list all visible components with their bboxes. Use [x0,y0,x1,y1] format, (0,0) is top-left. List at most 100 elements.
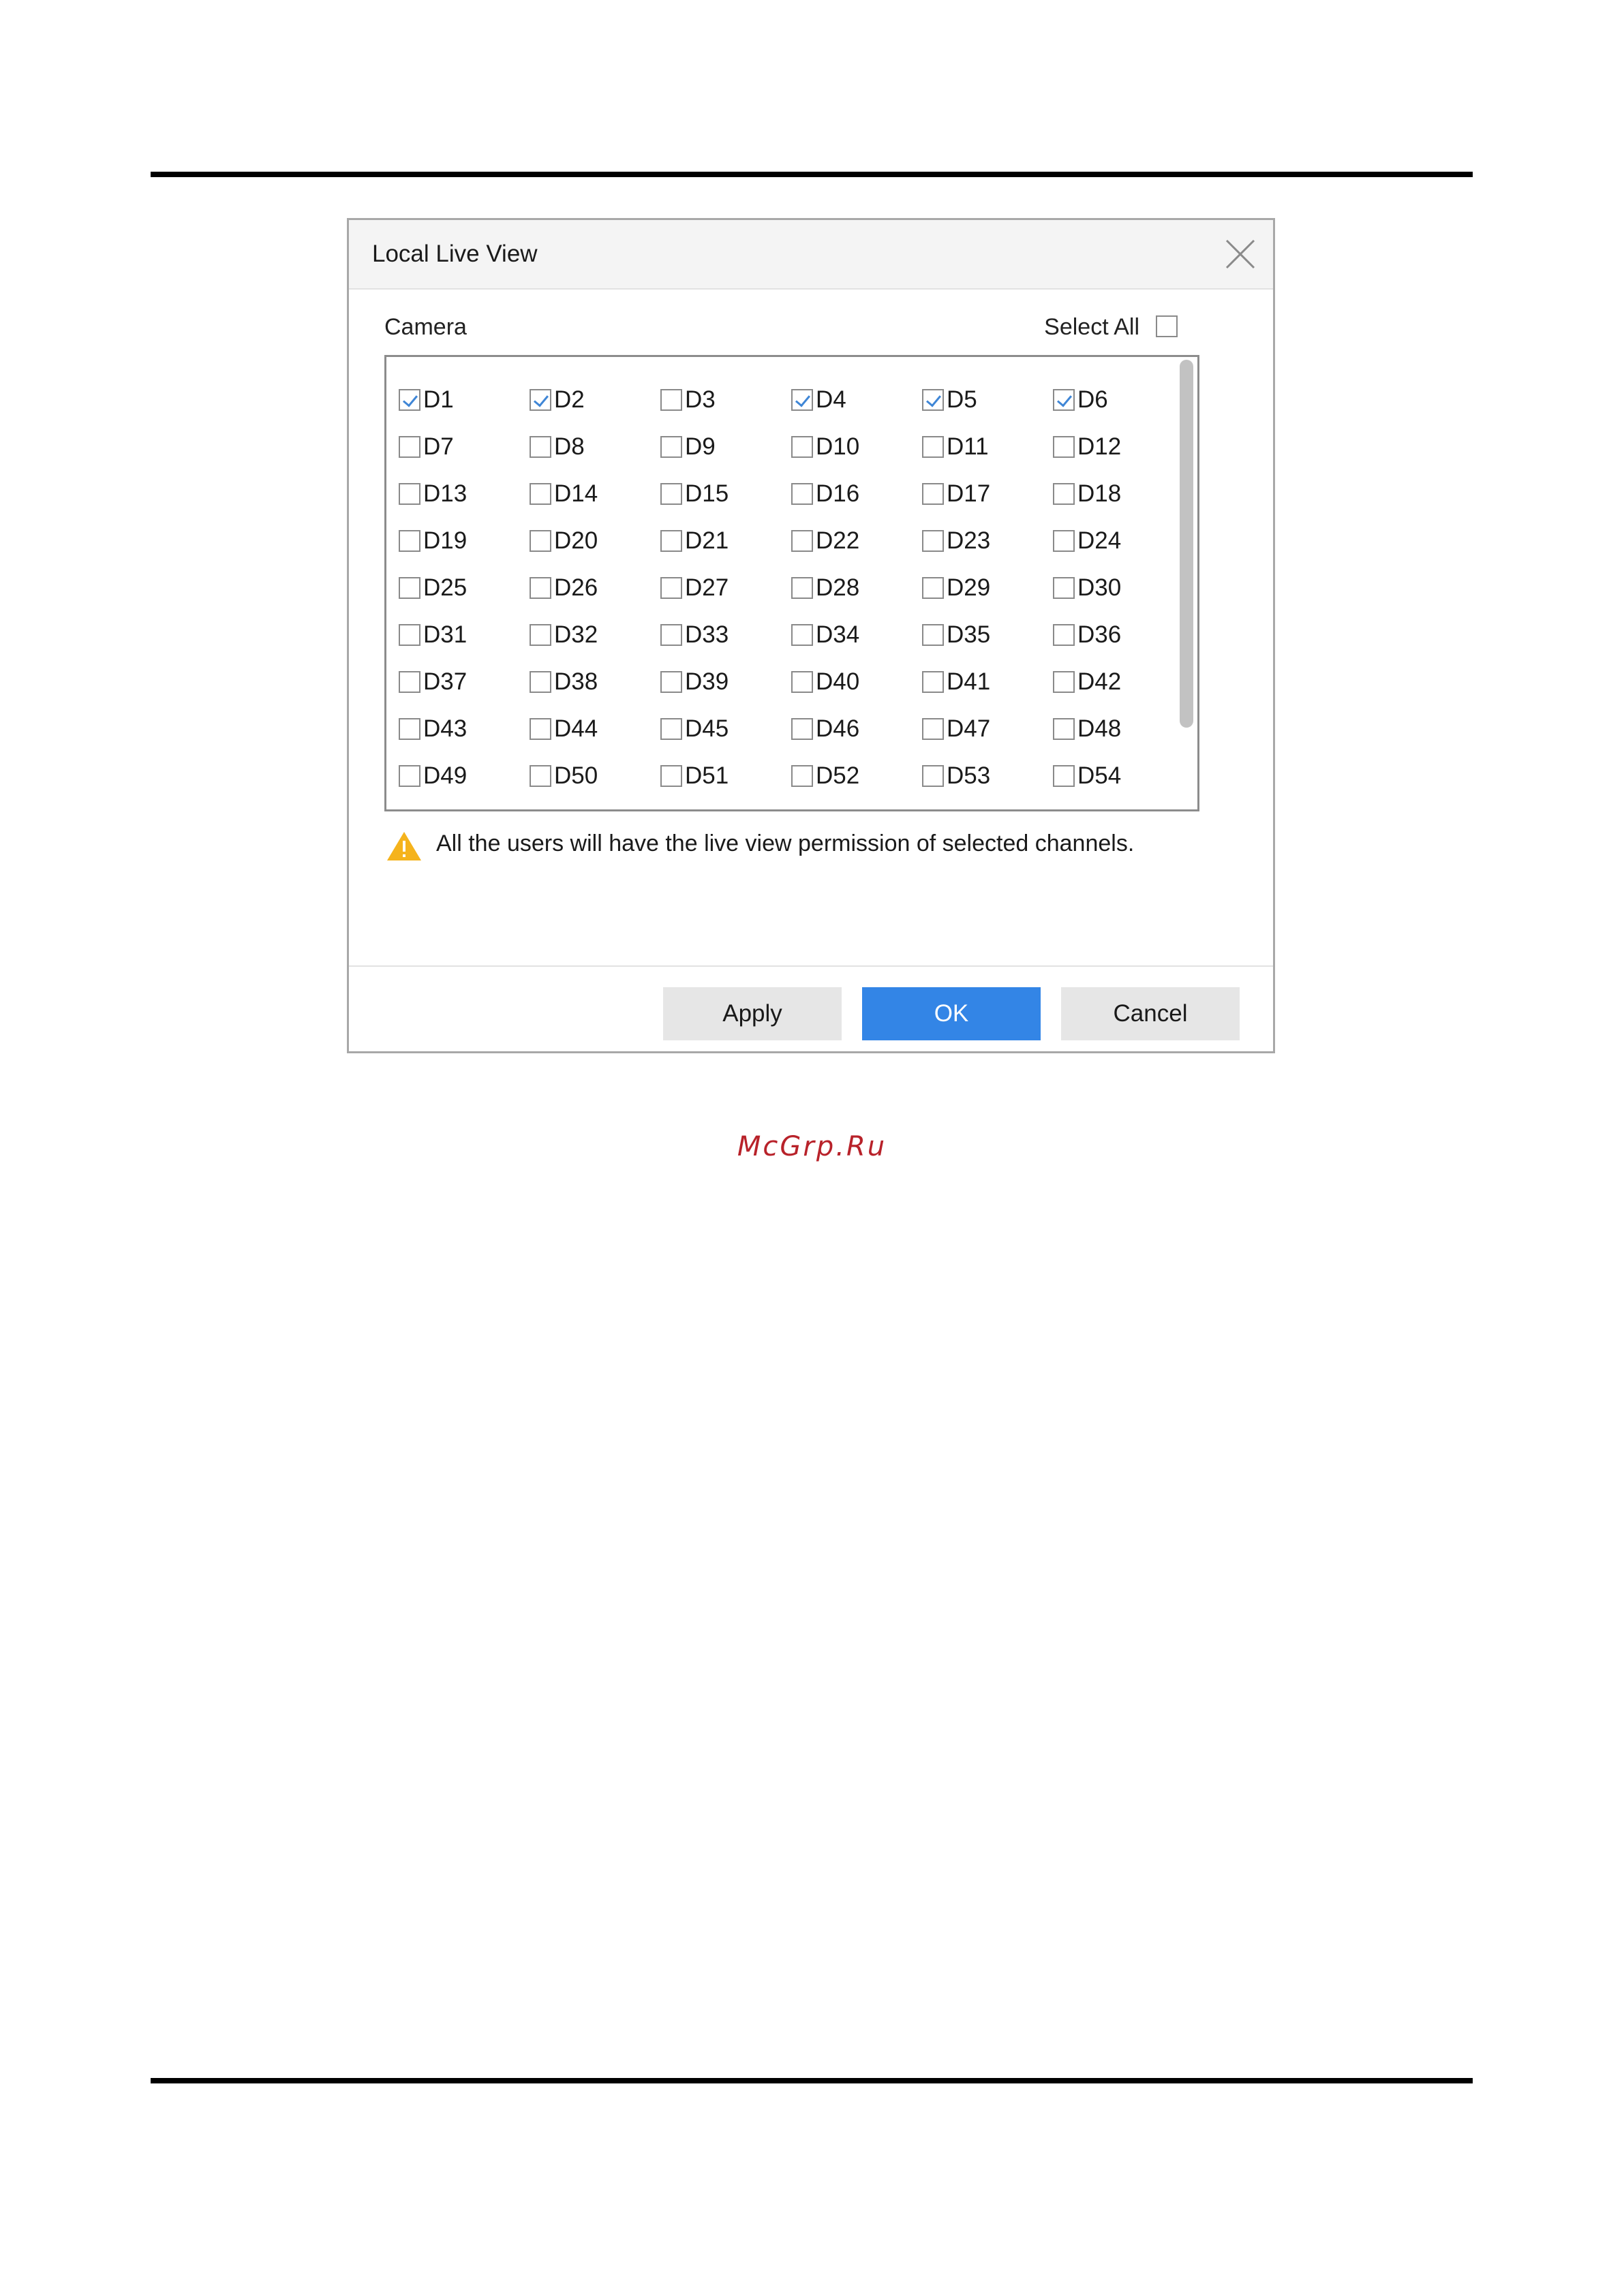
camera-channel-d43[interactable]: D43 [399,705,530,752]
camera-channel-d30[interactable]: D30 [1053,564,1184,611]
channel-checkbox[interactable] [660,670,682,693]
channel-checkbox[interactable] [791,388,813,411]
channel-checkbox[interactable] [660,717,682,740]
camera-channel-d19[interactable]: D19 [399,517,530,564]
channel-checkbox[interactable] [791,717,813,740]
channel-checkbox[interactable] [399,388,420,411]
channel-checkbox[interactable] [1053,529,1075,552]
ok-button[interactable]: OK [862,987,1041,1040]
camera-channel-d35[interactable]: D35 [922,611,1053,658]
camera-channel-d18[interactable]: D18 [1053,470,1184,517]
camera-channel-d20[interactable]: D20 [530,517,660,564]
camera-channel-d36[interactable]: D36 [1053,611,1184,658]
channel-checkbox[interactable] [660,623,682,646]
channel-checkbox[interactable] [530,717,551,740]
camera-channel-d8[interactable]: D8 [530,423,660,470]
channel-checkbox[interactable] [1053,764,1075,787]
camera-channel-d38[interactable]: D38 [530,658,660,705]
camera-channel-d40[interactable]: D40 [791,658,922,705]
scrollbar-thumb[interactable] [1180,360,1193,728]
scrollbar[interactable] [1178,357,1195,809]
channel-checkbox[interactable] [530,388,551,411]
channel-checkbox[interactable] [922,764,944,787]
camera-channel-d5[interactable]: D5 [922,376,1053,423]
channel-checkbox[interactable] [922,623,944,646]
camera-channel-d49[interactable]: D49 [399,752,530,799]
camera-channel-d26[interactable]: D26 [530,564,660,611]
camera-channel-d25[interactable]: D25 [399,564,530,611]
channel-checkbox[interactable] [1053,576,1075,599]
camera-channel-d9[interactable]: D9 [660,423,791,470]
channel-checkbox[interactable] [1053,670,1075,693]
camera-channel-d46[interactable]: D46 [791,705,922,752]
channel-checkbox[interactable] [922,482,944,505]
channel-checkbox[interactable] [922,435,944,458]
camera-channel-d13[interactable]: D13 [399,470,530,517]
channel-checkbox[interactable] [530,482,551,505]
channel-checkbox[interactable] [791,482,813,505]
channel-checkbox[interactable] [1053,388,1075,411]
channel-checkbox[interactable] [660,388,682,411]
camera-channel-d52[interactable]: D52 [791,752,922,799]
camera-channel-d4[interactable]: D4 [791,376,922,423]
camera-channel-d53[interactable]: D53 [922,752,1053,799]
channel-checkbox[interactable] [530,529,551,552]
camera-channel-d29[interactable]: D29 [922,564,1053,611]
camera-channel-d23[interactable]: D23 [922,517,1053,564]
channel-checkbox[interactable] [791,435,813,458]
channel-checkbox[interactable] [399,764,420,787]
camera-channel-d45[interactable]: D45 [660,705,791,752]
channel-checkbox[interactable] [660,482,682,505]
camera-channel-d17[interactable]: D17 [922,470,1053,517]
camera-channel-d44[interactable]: D44 [530,705,660,752]
channel-checkbox[interactable] [399,576,420,599]
camera-channel-d31[interactable]: D31 [399,611,530,658]
channel-checkbox[interactable] [399,717,420,740]
camera-channel-d32[interactable]: D32 [530,611,660,658]
channel-checkbox[interactable] [660,435,682,458]
channel-checkbox[interactable] [1053,623,1075,646]
channel-checkbox[interactable] [399,529,420,552]
camera-channel-d22[interactable]: D22 [791,517,922,564]
channel-checkbox[interactable] [399,482,420,505]
channel-checkbox[interactable] [791,623,813,646]
channel-checkbox[interactable] [922,670,944,693]
channel-checkbox[interactable] [530,764,551,787]
channel-checkbox[interactable] [530,576,551,599]
channel-checkbox[interactable] [1053,435,1075,458]
channel-checkbox[interactable] [399,435,420,458]
camera-channel-d54[interactable]: D54 [1053,752,1184,799]
camera-channel-d27[interactable]: D27 [660,564,791,611]
camera-channel-d50[interactable]: D50 [530,752,660,799]
channel-checkbox[interactable] [922,388,944,411]
channel-checkbox[interactable] [399,623,420,646]
camera-channel-d41[interactable]: D41 [922,658,1053,705]
channel-checkbox[interactable] [530,435,551,458]
camera-channel-d7[interactable]: D7 [399,423,530,470]
camera-channel-d2[interactable]: D2 [530,376,660,423]
camera-channel-d34[interactable]: D34 [791,611,922,658]
channel-checkbox[interactable] [660,576,682,599]
select-all-checkbox[interactable] [1156,315,1178,337]
channel-checkbox[interactable] [922,717,944,740]
camera-channel-d6[interactable]: D6 [1053,376,1184,423]
camera-channel-d47[interactable]: D47 [922,705,1053,752]
camera-channel-d16[interactable]: D16 [791,470,922,517]
camera-channel-d24[interactable]: D24 [1053,517,1184,564]
channel-checkbox[interactable] [660,764,682,787]
camera-channel-d21[interactable]: D21 [660,517,791,564]
channel-checkbox[interactable] [922,529,944,552]
channel-checkbox[interactable] [791,764,813,787]
channel-checkbox[interactable] [530,623,551,646]
channel-checkbox[interactable] [791,670,813,693]
camera-channel-d14[interactable]: D14 [530,470,660,517]
camera-channel-d37[interactable]: D37 [399,658,530,705]
camera-channel-d42[interactable]: D42 [1053,658,1184,705]
channel-checkbox[interactable] [791,576,813,599]
channel-checkbox[interactable] [1053,482,1075,505]
close-button[interactable] [1221,235,1259,273]
camera-channel-d10[interactable]: D10 [791,423,922,470]
camera-channel-d12[interactable]: D12 [1053,423,1184,470]
camera-channel-d11[interactable]: D11 [922,423,1053,470]
camera-channel-d15[interactable]: D15 [660,470,791,517]
